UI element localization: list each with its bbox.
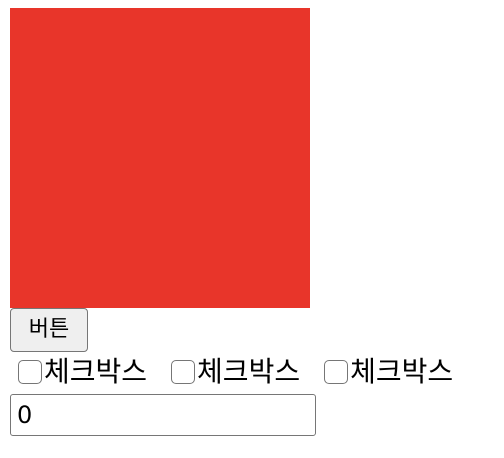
checkbox-item-2[interactable]: 체크박스: [163, 352, 300, 392]
value-input[interactable]: [10, 394, 316, 436]
checkbox-label-3: 체크박스: [350, 355, 454, 388]
action-button[interactable]: 버튼: [10, 308, 88, 352]
red-color-box: [10, 8, 310, 308]
checkbox-row: 체크박스 체크박스 체크박스: [10, 352, 469, 392]
checkbox-1[interactable]: [18, 360, 42, 384]
page: 버튼 체크박스 체크박스 체크박스: [0, 0, 504, 458]
checkbox-item-3[interactable]: 체크박스: [316, 352, 453, 392]
checkbox-label-2: 체크박스: [197, 355, 301, 388]
checkbox-item-1[interactable]: 체크박스: [10, 352, 147, 392]
checkbox-3[interactable]: [324, 360, 349, 384]
checkbox-2[interactable]: [171, 360, 196, 384]
checkbox-label-1: 체크박스: [44, 355, 148, 388]
